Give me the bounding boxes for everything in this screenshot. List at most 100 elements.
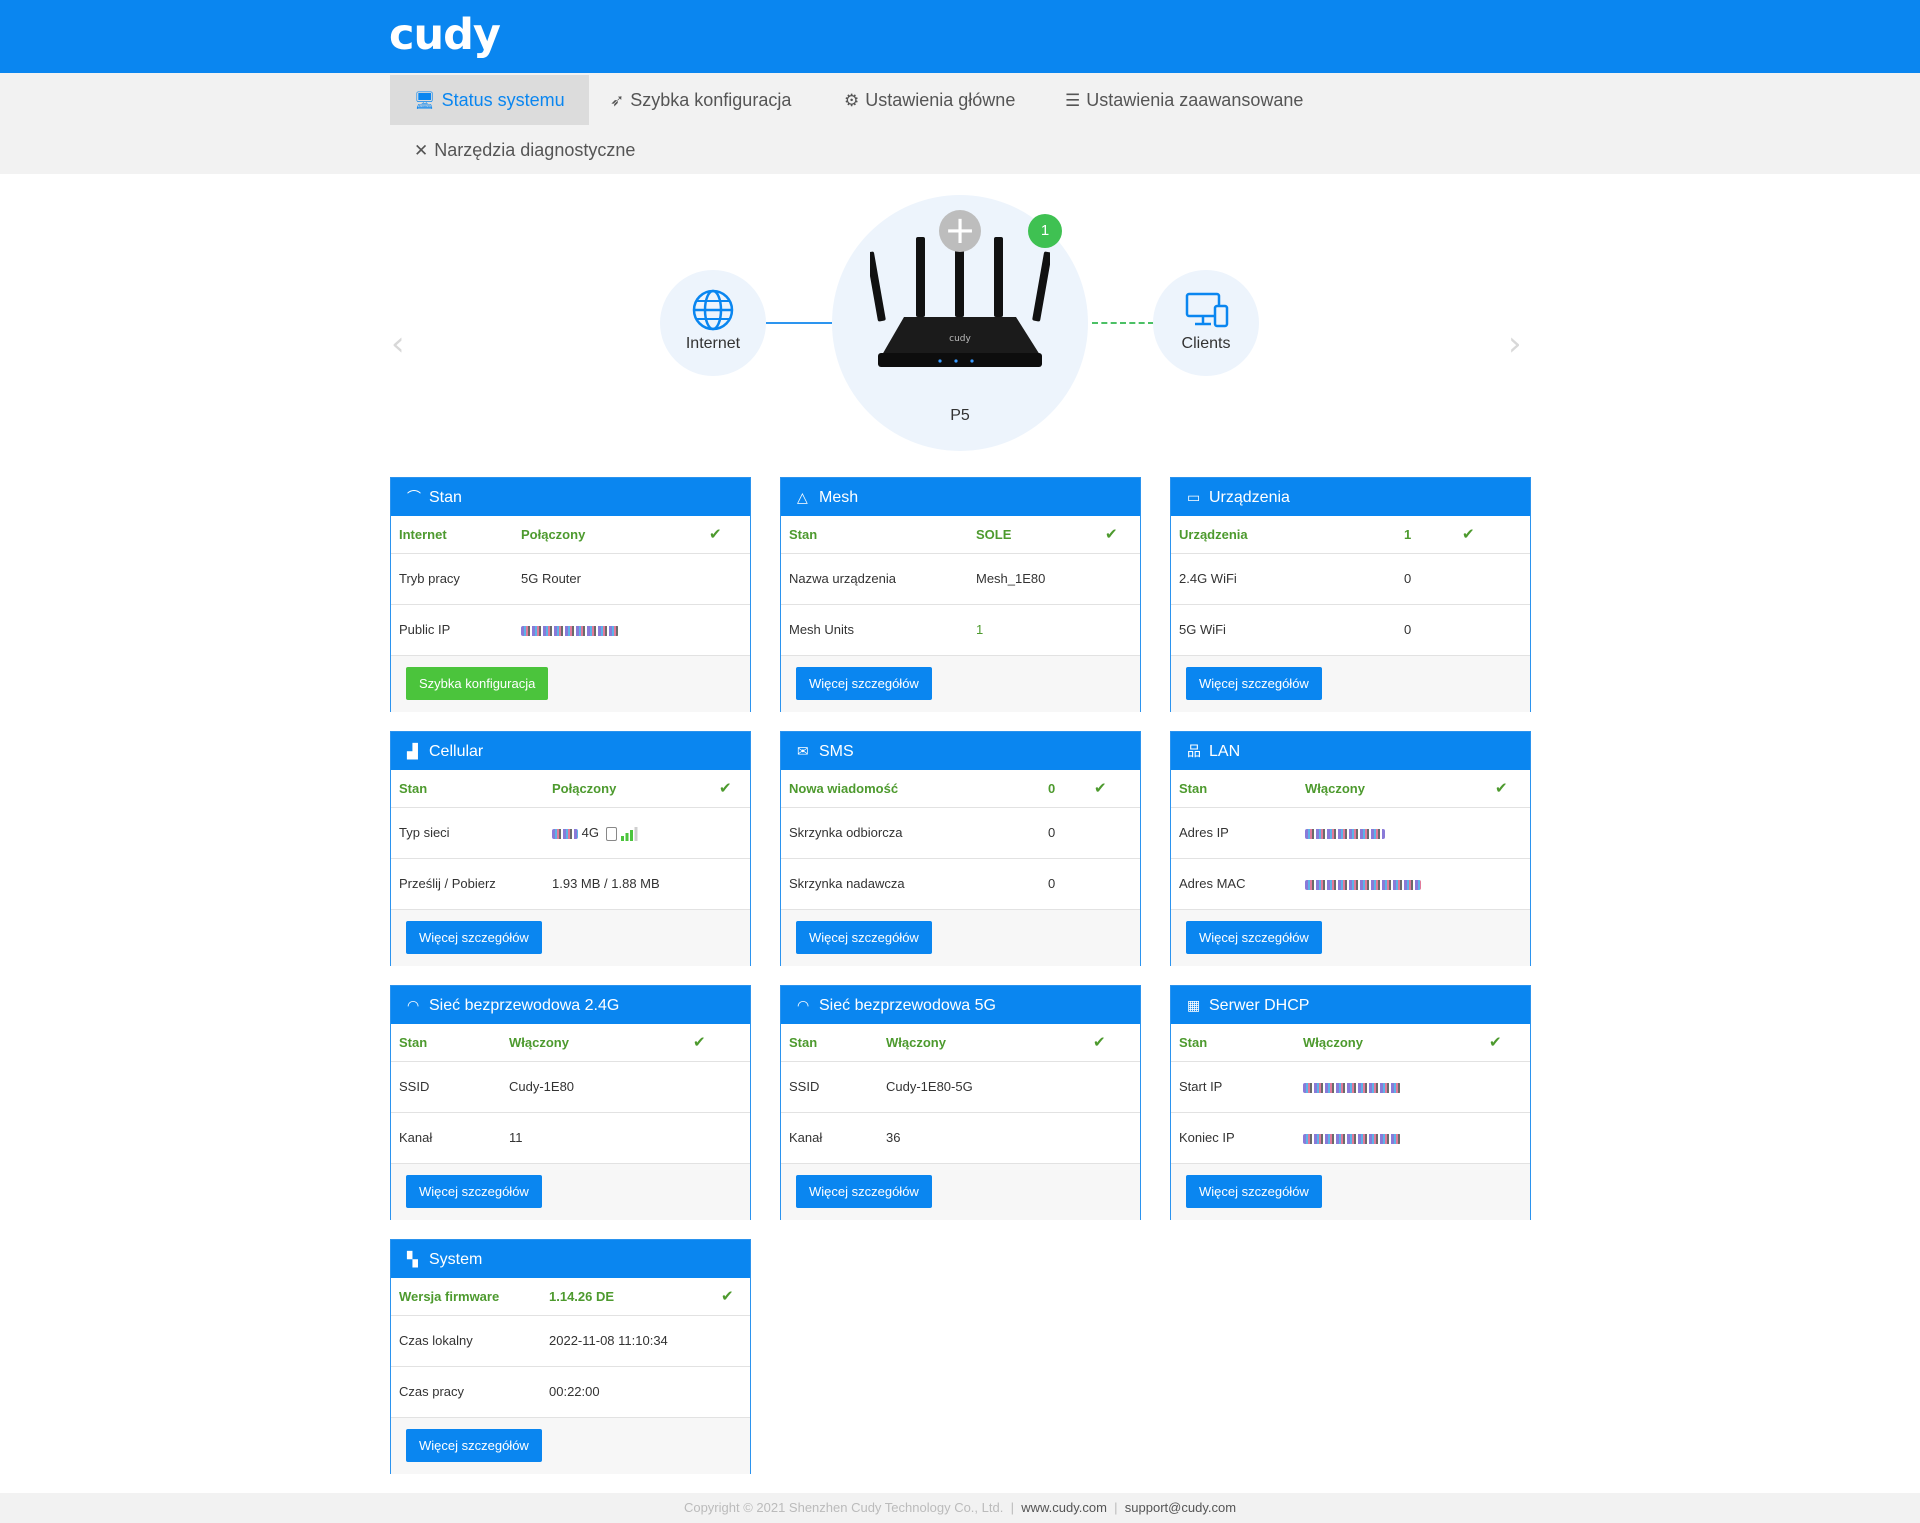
status-row: Internet Połączony ✔: [391, 516, 750, 554]
card-header: ▟ Cellular: [391, 732, 750, 770]
check-icon: ✔: [1495, 780, 1508, 797]
info-row: Czas lokalny 2022-11-08 11:10:34: [391, 1316, 750, 1367]
info-row: Kanał 36: [781, 1113, 1140, 1164]
prev-arrow-icon[interactable]: ‹: [391, 324, 405, 364]
clients-label: Clients: [1181, 335, 1231, 352]
info-row: 5G WiFi 0: [1171, 605, 1530, 656]
status-row: Stan Włączony ✔: [1171, 770, 1530, 808]
info-row: SSID Cudy-1E80-5G: [781, 1062, 1140, 1113]
info-row: Czas pracy 00:22:00: [391, 1367, 750, 1418]
card-sms: ✉ SMS Nowa wiadomość 0 ✔ Skrzynka odbiorc…: [780, 731, 1141, 966]
nav-narzedzia-diagnostyczne[interactable]: ✕ Narzędzia diagnostyczne: [390, 125, 659, 175]
lan-details-button[interactable]: Więcej szczegółów: [1186, 921, 1322, 954]
card-footer: Więcej szczegółów: [391, 1164, 750, 1220]
card-header: ▭ Urządzenia: [1171, 478, 1530, 516]
card-header: △ Mesh: [781, 478, 1140, 516]
signal-strength-icon: [621, 826, 638, 841]
mesh-icon: △: [797, 489, 808, 505]
card-lan: 品 LAN Stan Włączony ✔ Adres IP Adres MAC …: [1170, 731, 1531, 966]
network-tree-icon: 品: [1187, 743, 1201, 759]
redacted-operator: [552, 828, 578, 839]
wifi-icon: ◠: [797, 997, 810, 1013]
info-row: Kanał 11: [391, 1113, 750, 1164]
main-nav: 🖥 Status systemu ➶ Szybka konfiguracja ⚙ Us…: [0, 73, 1920, 174]
card-header: ⌒ Stan: [391, 478, 750, 516]
status-row: Stan Włączony ✔: [391, 1024, 750, 1062]
info-row: Mesh Units 1: [781, 605, 1140, 656]
card-footer: Więcej szczegółów: [1171, 910, 1530, 966]
wifi-icon: ◠: [407, 997, 420, 1013]
add-node-button[interactable]: +: [939, 210, 981, 252]
wifi24-details-button[interactable]: Więcej szczegółów: [406, 1175, 542, 1208]
clients-link-line: [1092, 322, 1154, 324]
redacted-lan-ip: [1305, 828, 1385, 839]
check-icon: ✔: [709, 526, 722, 543]
rocket-icon: ➶: [610, 91, 625, 110]
info-row: Skrzynka nadawcza 0: [781, 859, 1140, 910]
monitor-icon: 🖥: [414, 91, 436, 110]
dhcp-details-button[interactable]: Więcej szczegółów: [1186, 1175, 1322, 1208]
card-header: ◠ Sieć bezprzewodowa 2.4G: [391, 986, 750, 1024]
card-wifi-5g: ◠ Sieć bezprzewodowa 5G Stan Włączony ✔ S…: [780, 985, 1141, 1220]
card-header: 品 LAN: [1171, 732, 1530, 770]
sliders-icon: ☰: [1065, 91, 1081, 110]
laptop-icon: ▭: [1187, 489, 1201, 505]
devices-details-button[interactable]: Więcej szczegółów: [1186, 667, 1322, 700]
redacted-public-ip: [521, 625, 619, 636]
check-icon: ✔: [721, 1288, 734, 1305]
tools-icon: ✕: [414, 141, 429, 160]
signal-bars-icon: ▟: [407, 743, 418, 759]
copyright-text: Copyright © 2021 Shenzhen Cudy Technolog…: [683, 1500, 1004, 1515]
redacted-start-ip: [1303, 1082, 1401, 1093]
page-footer: Copyright © 2021 Shenzhen Cudy Technolog…: [0, 1493, 1920, 1523]
clients-node[interactable]: Clients: [1153, 270, 1259, 376]
card-stan: ⌒ Stan Internet Połączony ✔ Tryb pracy 5G…: [390, 477, 751, 712]
info-row: Koniec IP: [1171, 1113, 1530, 1164]
server-icon: ▦: [1187, 997, 1201, 1013]
info-row: Start IP: [1171, 1062, 1530, 1113]
check-icon: ✔: [693, 1034, 706, 1051]
website-link[interactable]: www.cudy.com: [1021, 1500, 1107, 1515]
sms-details-button[interactable]: Więcej szczegółów: [796, 921, 932, 954]
info-row: SSID Cudy-1E80: [391, 1062, 750, 1113]
quick-setup-button[interactable]: Szybka konfiguracja: [406, 667, 549, 700]
status-row: Urządzenia 1 ✔: [1171, 516, 1530, 554]
check-icon: ✔: [1093, 1034, 1106, 1051]
card-mesh: △ Mesh Stan SOLE ✔ Nazwa urządzenia Mesh_…: [780, 477, 1141, 712]
internet-node[interactable]: Internet: [660, 270, 766, 376]
card-footer: Więcej szczegółów: [391, 1418, 750, 1474]
system-details-button[interactable]: Więcej szczegółów: [406, 1429, 542, 1462]
mesh-count-badge: 1: [1028, 214, 1062, 248]
cellular-details-button[interactable]: Więcej szczegółów: [406, 921, 542, 954]
status-row: Stan Włączony ✔: [1171, 1024, 1530, 1062]
info-row: Public IP: [391, 605, 750, 656]
cudy-logo[interactable]: cudy: [389, 10, 501, 60]
nav-szybka-konfiguracja[interactable]: ➶ Szybka konfiguracja: [586, 75, 815, 125]
mesh-details-button[interactable]: Więcej szczegółów: [796, 667, 932, 700]
info-row: Skrzynka odbiorcza 0: [781, 808, 1140, 859]
next-arrow-icon[interactable]: ›: [1508, 324, 1522, 364]
wifi5-details-button[interactable]: Więcej szczegółów: [796, 1175, 932, 1208]
card-header: ▦ Serwer DHCP: [1171, 986, 1530, 1024]
nav-status-systemu[interactable]: 🖥 Status systemu: [390, 75, 589, 125]
card-system: ▚ System Wersja firmware 1.14.26 DE ✔ Cza…: [390, 1239, 751, 1474]
nav-ustawienia-glowne[interactable]: ⚙ Ustawienia główne: [820, 75, 1039, 125]
top-bar: cudy: [0, 0, 1920, 73]
dashboard-icon: ▚: [407, 1251, 418, 1267]
card-cellular: ▟ Cellular Stan Połączony ✔ Typ sieci 4G …: [390, 731, 751, 966]
info-row: 2.4G WiFi 0: [1171, 554, 1530, 605]
support-email-link[interactable]: support@cudy.com: [1125, 1500, 1236, 1515]
status-row: Nowa wiadomość 0 ✔: [781, 770, 1140, 808]
info-row: Nazwa urządzenia Mesh_1E80: [781, 554, 1140, 605]
svg-text:cudy: cudy: [949, 334, 971, 344]
card-footer: Więcej szczegółów: [781, 1164, 1140, 1220]
check-icon: ✔: [1462, 526, 1475, 543]
card-header: ▚ System: [391, 1240, 750, 1278]
internet-link-line: [766, 322, 832, 324]
status-row: Stan SOLE ✔: [781, 516, 1140, 554]
info-row: Prześlij / Pobierz 1.93 MB / 1.88 MB: [391, 859, 750, 910]
nav-ustawienia-zaawansowane[interactable]: ☰ Ustawienia zaawansowane: [1041, 75, 1327, 125]
card-footer: Więcej szczegółów: [1171, 656, 1530, 712]
gear-icon: ⚙: [844, 91, 860, 110]
card-footer: Więcej szczegółów: [1171, 1164, 1530, 1220]
